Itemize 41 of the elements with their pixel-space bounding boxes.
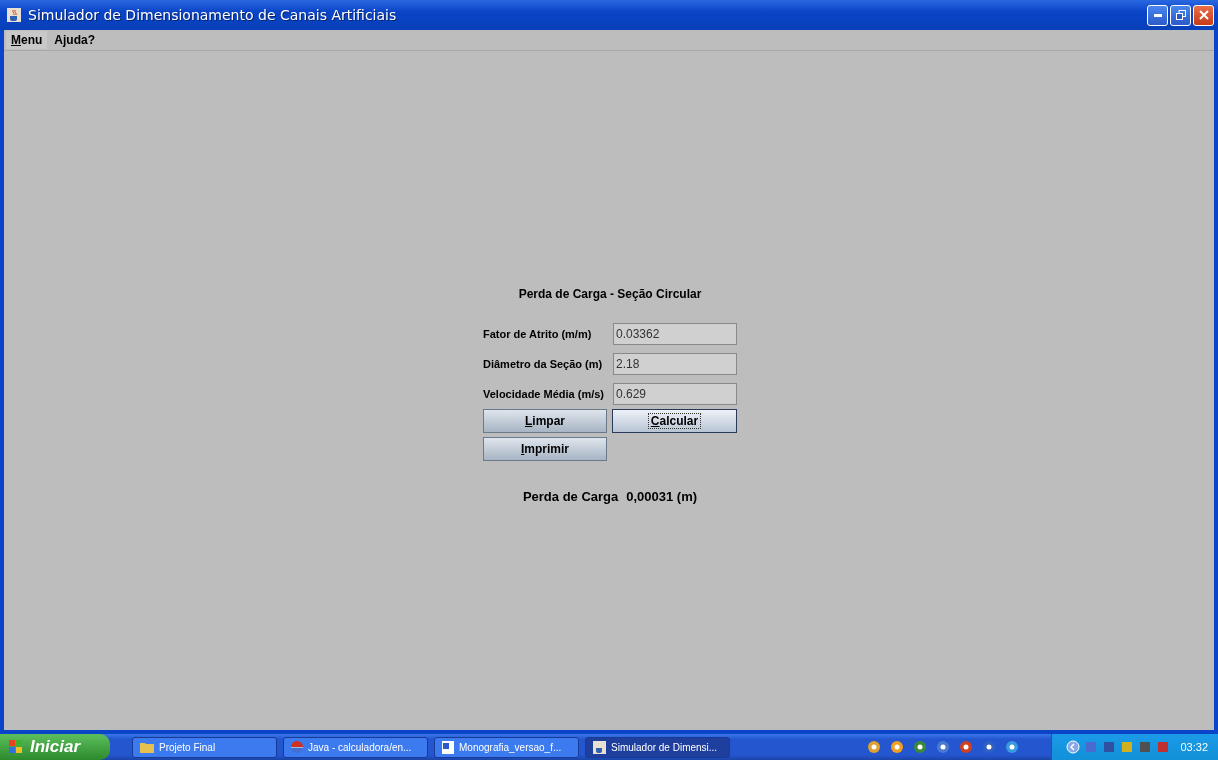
taskbar-button[interactable]: Java - calculadora/en... — [283, 736, 428, 758]
form-title: Perda de Carga - Seção Circular — [518, 287, 702, 301]
taskbar-button[interactable]: Projeto Final — [132, 736, 277, 758]
tray-app-icon[interactable] — [959, 740, 974, 754]
menu-item[interactable]: Ajuda? — [49, 31, 100, 49]
expand-tray-icon[interactable] — [1066, 740, 1081, 754]
field-label: Diâmetro da Seção (m) — [483, 358, 603, 370]
close-icon — [1198, 10, 1209, 20]
clock: 03:32 — [1180, 741, 1208, 753]
input-field[interactable]: 0.03362 — [613, 323, 737, 345]
tray-app-icon[interactable] — [913, 740, 928, 754]
window-title: Simulador de Dimensionamento de Canais Artificiais — [28, 7, 398, 23]
field-label: Fator de Atrito (m/m) — [483, 328, 592, 340]
java-cup-icon — [6, 7, 22, 23]
tray-status-icon[interactable] — [1138, 740, 1153, 754]
tray-app-icon[interactable] — [936, 740, 951, 754]
restore-icon — [1175, 10, 1186, 20]
action-button[interactable]: Imprimir — [483, 437, 607, 461]
input-field[interactable]: 2.18 — [613, 353, 737, 375]
close-button[interactable] — [1193, 4, 1214, 26]
menu-item[interactable]: Menu — [6, 31, 48, 49]
minimize-icon — [1153, 13, 1162, 17]
taskbar-button[interactable]: Simulador de Dimensi... — [585, 736, 730, 758]
result-label: Perda de Carga — [522, 489, 619, 504]
result-value: 0,00031 (m) — [626, 489, 698, 504]
tray-app-icon[interactable] — [982, 740, 997, 754]
field-label: Velocidade Média (m/s) — [483, 388, 605, 400]
taskbar-button[interactable]: Monografia_versao_f... — [434, 736, 579, 758]
restore-button[interactable] — [1170, 4, 1191, 26]
windows-flag-icon — [8, 739, 24, 755]
minimize-button[interactable] — [1147, 4, 1168, 26]
tray-app-icon[interactable] — [890, 740, 905, 754]
tray-app-icon[interactable] — [867, 740, 882, 754]
tray-app-icon[interactable] — [1005, 740, 1020, 754]
action-button[interactable]: Limpar — [483, 409, 607, 433]
folder-icon — [140, 741, 154, 753]
java-cup-icon — [593, 740, 606, 754]
globe-icon — [291, 741, 303, 753]
input-field[interactable]: 0.629 — [613, 383, 737, 405]
action-button[interactable]: Calcular — [612, 409, 737, 433]
document-icon — [442, 740, 454, 754]
